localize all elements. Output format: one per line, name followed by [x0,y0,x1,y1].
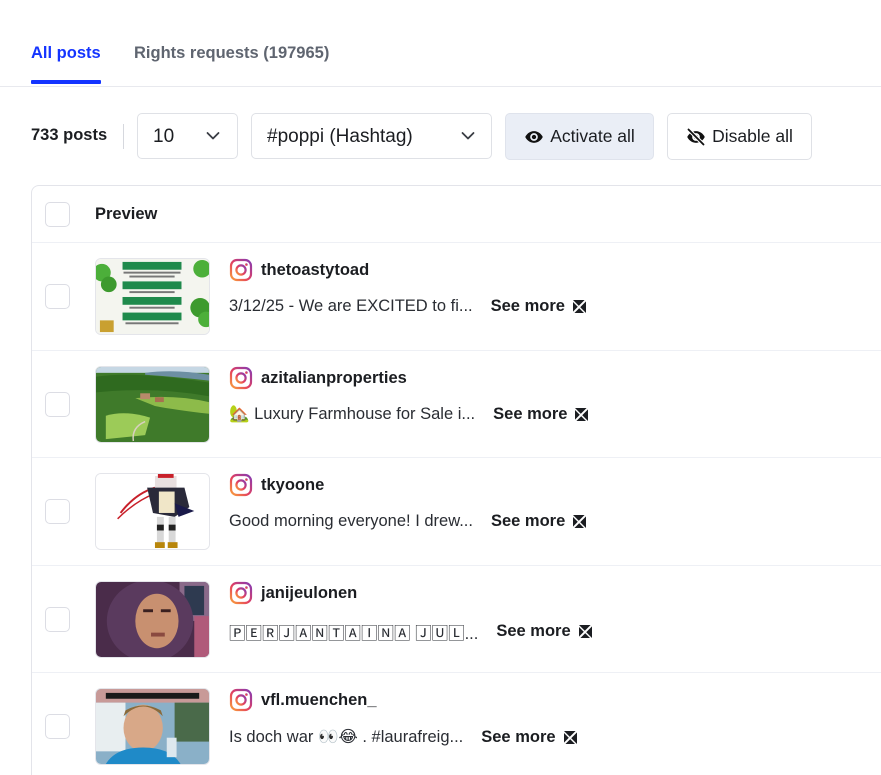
active-tab-indicator [31,80,101,84]
activate-all-button[interactable]: Activate all [505,113,654,160]
post-count: 733 posts [31,126,108,144]
see-more-link[interactable]: See more [481,727,577,747]
eye-icon [525,130,543,143]
caption-line: Is doch war 👀😂 . #laurafreig... See more [229,727,577,747]
post-username: vfl.muenchen_ [261,691,377,709]
external-link-icon [575,407,589,421]
column-header-preview: Preview [95,205,158,223]
instagram-icon [229,581,253,604]
post-thumbnail[interactable] [95,688,210,765]
post-thumbnail[interactable] [95,258,210,335]
see-more-label: See more [496,622,571,640]
instagram-icon [229,366,253,389]
table-row: janijeulonen 🄿🄴🅁🄹🄰🄽🅃🄰🄸🄽🄰 🄹🅄🄻... See more [32,566,881,673]
post-username: thetoastytoad [261,261,370,279]
per-page-value: 10 [153,126,175,147]
eye-slash-icon [687,127,705,146]
post-username: janijeulonen [261,583,358,602]
post-caption: 3/12/25 - We are EXCITED to fi... [229,297,473,315]
see-more-link[interactable]: See more [490,512,587,531]
divider [123,124,124,149]
row-checkbox[interactable] [45,499,70,524]
external-link-icon [563,730,577,744]
post-username: azitalianproperties [261,368,407,387]
instagram-icon [229,688,253,712]
source-select[interactable]: #poppi (Hashtag) [251,113,492,159]
tab-all-posts[interactable]: All posts [31,44,101,63]
see-more-link[interactable]: See more [491,297,586,316]
external-link-icon [572,300,586,313]
post-thumbnail[interactable] [95,365,210,443]
see-more-link[interactable]: See more [493,404,589,424]
chevron-down-icon [461,132,475,140]
instagram-icon [229,473,253,497]
caption-line: 🄿🄴🅁🄹🄰🄽🅃🄰🄸🄽🄰 🄹🅄🄻... See more [229,620,592,644]
source-value: #poppi (Hashtag) [267,126,413,147]
row-checkbox[interactable] [45,391,70,417]
see-more-link[interactable]: See more [496,622,592,641]
activate-all-label: Activate all [550,126,635,146]
caption-line: 🏡 Luxury Farmhouse for Sale i... See mor… [229,404,589,424]
external-link-icon [573,515,587,528]
see-more-label: See more [481,727,556,746]
disable-all-label: Disable all [712,126,793,146]
table-header: Preview [32,186,881,243]
toolbar: 733 posts 10 #poppi (Hashtag) Activate a… [0,113,881,160]
see-more-label: See more [493,404,568,423]
table-row: vfl.muenchen_ Is doch war 👀😂 . #laurafre… [32,673,881,775]
table-row: thetoastytoad 3/12/25 - We are EXCITED t… [32,243,881,351]
table-row: azitalianproperties 🏡 Luxury Farmhouse f… [32,351,881,458]
post-caption: Is doch war 👀😂 . #laurafreig... [229,728,464,746]
post-caption: 🄿🄴🅁🄹🄰🄽🅃🄰🄸🄽🄰 🄹🅄🄻... [229,624,479,643]
external-link-icon [578,625,592,638]
disable-all-button[interactable]: Disable all [667,113,812,160]
row-checkbox[interactable] [45,284,70,309]
per-page-select[interactable]: 10 [137,113,238,159]
caption-line: Good morning everyone! I drew... See mor… [229,512,587,531]
posts-table: Preview thetoastytoad 3/12/25 - We are E… [31,185,881,775]
post-caption: 🏡 Luxury Farmhouse for Sale i... [229,404,476,423]
tab-bar: All posts Rights requests (197965) [0,0,881,87]
caption-line: 3/12/25 - We are EXCITED to fi... See mo… [229,297,586,316]
post-username: tkyoone [261,476,325,494]
post-thumbnail[interactable] [95,473,210,550]
select-all-checkbox[interactable] [45,202,70,227]
tab-rights-requests[interactable]: Rights requests (197965) [134,44,329,63]
post-thumbnail[interactable] [95,580,210,658]
post-caption: Good morning everyone! I drew... [229,512,473,530]
row-checkbox[interactable] [45,714,70,739]
see-more-label: See more [490,297,565,315]
see-more-label: See more [490,512,566,530]
chevron-down-icon [206,132,220,140]
instagram-icon [229,258,253,282]
row-checkbox[interactable] [45,606,70,632]
table-row: tkyoone Good morning everyone! I drew...… [32,458,881,566]
